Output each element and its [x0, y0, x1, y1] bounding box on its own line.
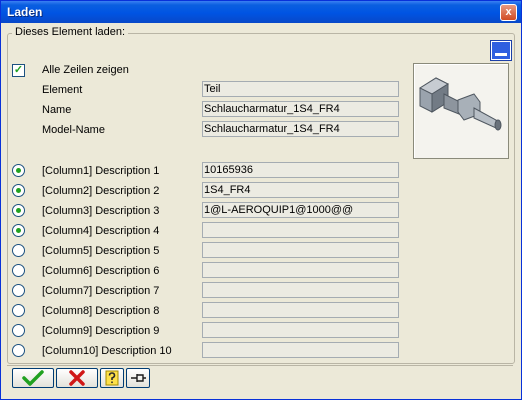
- column10-field[interactable]: [202, 342, 399, 358]
- pin-button[interactable]: [126, 368, 150, 388]
- show-all-rows-label: Alle Zeilen zeigen: [42, 64, 129, 76]
- column2-label: [Column2] Description 2: [42, 185, 160, 197]
- column4-radio[interactable]: [12, 224, 25, 237]
- element-field[interactable]: Teil: [202, 81, 399, 97]
- column2-radio[interactable]: [12, 184, 25, 197]
- column1-label: [Column1] Description 1: [42, 165, 160, 177]
- column10-label: [Column10] Description 10: [42, 345, 172, 357]
- column1-field[interactable]: 10165936: [202, 162, 399, 178]
- model-name-field[interactable]: Schlaucharmatur_1S4_FR4: [202, 121, 399, 137]
- pin-icon: [131, 374, 146, 382]
- column3-label: [Column3] Description 3: [42, 205, 160, 217]
- column9-label: [Column9] Description 9: [42, 325, 160, 337]
- hose-fitting-icon: [418, 77, 502, 131]
- cross-icon: [69, 370, 85, 386]
- column8-radio[interactable]: [12, 304, 25, 317]
- ok-button[interactable]: [12, 368, 54, 388]
- column7-field[interactable]: [202, 282, 399, 298]
- name-field[interactable]: Schlaucharmatur_1S4_FR4: [202, 101, 399, 117]
- column3-radio[interactable]: [12, 204, 25, 217]
- bottom-separator: [7, 365, 513, 366]
- column4-label: [Column4] Description 4: [42, 225, 160, 237]
- column7-radio[interactable]: [12, 284, 25, 297]
- column1-radio[interactable]: [12, 164, 25, 177]
- column3-field[interactable]: 1@L-AEROQUIP1@1000@@: [202, 202, 399, 218]
- column5-field[interactable]: [202, 242, 399, 258]
- column8-label: [Column8] Description 8: [42, 305, 160, 317]
- minimize-panel-button[interactable]: [491, 41, 511, 60]
- column5-label: [Column5] Description 5: [42, 245, 160, 257]
- column10-radio[interactable]: [12, 344, 25, 357]
- title-bar[interactable]: Laden x: [1, 1, 521, 23]
- column9-field[interactable]: [202, 322, 399, 338]
- name-label: Name: [42, 104, 72, 116]
- group-legend: Dieses Element laden:: [12, 26, 129, 38]
- window-title: Laden: [7, 5, 43, 19]
- checkmark-icon: [22, 370, 44, 386]
- column2-field[interactable]: 1S4_FR4: [202, 182, 399, 198]
- close-icon: x: [505, 6, 512, 18]
- column6-label: [Column6] Description 6: [42, 265, 160, 277]
- element-label: Element: [42, 84, 83, 96]
- help-button[interactable]: [100, 368, 124, 388]
- model-name-label: Model-Name: [42, 124, 105, 136]
- column4-field[interactable]: [202, 222, 399, 238]
- show-all-rows-checkbox[interactable]: ✓: [12, 64, 25, 77]
- column9-radio[interactable]: [12, 324, 25, 337]
- close-button[interactable]: x: [500, 4, 517, 21]
- column6-radio[interactable]: [12, 264, 25, 277]
- column5-radio[interactable]: [12, 244, 25, 257]
- question-icon: [105, 370, 119, 386]
- column7-label: [Column7] Description 7: [42, 285, 160, 297]
- part-preview-image: [413, 63, 509, 159]
- cancel-button[interactable]: [56, 368, 98, 388]
- column6-field[interactable]: [202, 262, 399, 278]
- column8-field[interactable]: [202, 302, 399, 318]
